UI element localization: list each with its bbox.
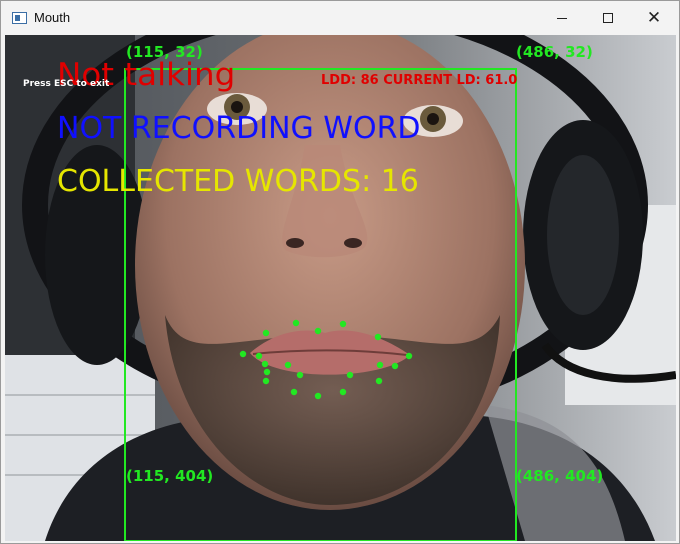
mouth-landmark-point — [290, 388, 298, 396]
minimize-icon — [557, 17, 567, 19]
camera-feed: Not talking Press ESC to exit LDD: 86 CU… — [5, 35, 676, 541]
bbox-top-right-coord: (486, 32) — [516, 43, 593, 61]
mouth-landmark-point — [284, 361, 292, 369]
minimize-button[interactable] — [539, 1, 585, 35]
close-button[interactable]: ✕ — [631, 1, 677, 35]
mouth-landmark-point — [314, 327, 322, 335]
mouth-landmark-point — [239, 350, 247, 358]
mouth-landmark-point — [292, 319, 300, 327]
mouth-landmark-point — [339, 388, 347, 396]
collected-words-counter: COLLECTED WORDS: 16 — [57, 164, 419, 199]
close-icon: ✕ — [646, 7, 662, 28]
mouth-landmark-point — [261, 360, 269, 368]
maximize-icon — [603, 13, 613, 23]
mouth-landmark-point — [374, 333, 382, 341]
bbox-top-left-coord: (115, 32) — [126, 43, 203, 61]
mouth-landmark-point — [346, 371, 354, 379]
bbox-bottom-left-coord: (115, 404) — [126, 467, 214, 485]
mouth-landmark-point — [405, 352, 413, 360]
app-window: Mouth ✕ Not talking Press ESC to exit LD… — [0, 0, 680, 544]
title-bar[interactable]: Mouth ✕ — [1, 1, 679, 35]
mouth-landmark-point — [262, 329, 270, 337]
mouth-landmark-point — [296, 371, 304, 379]
maximize-button[interactable] — [585, 1, 631, 35]
mouth-landmark-point — [339, 320, 347, 328]
mouth-landmark-point — [376, 361, 384, 369]
bbox-bottom-right-coord: (486, 404) — [516, 467, 604, 485]
mouth-landmark-point — [391, 362, 399, 370]
app-window-icon — [12, 12, 27, 24]
mouth-landmark-point — [314, 392, 322, 400]
window-title: Mouth — [34, 10, 71, 25]
recording-status-label: NOT RECORDING WORD — [57, 111, 421, 146]
mouth-landmark-point — [263, 368, 271, 376]
mouth-landmarks — [239, 319, 413, 400]
mouth-landmark-point — [255, 352, 263, 360]
mouth-landmark-point — [375, 377, 383, 385]
exit-hint-label: Press ESC to exit — [23, 79, 110, 89]
mouth-landmark-point — [262, 377, 270, 385]
lip-distance-readout: LDD: 86 CURRENT LD: 61.0 — [321, 73, 518, 88]
